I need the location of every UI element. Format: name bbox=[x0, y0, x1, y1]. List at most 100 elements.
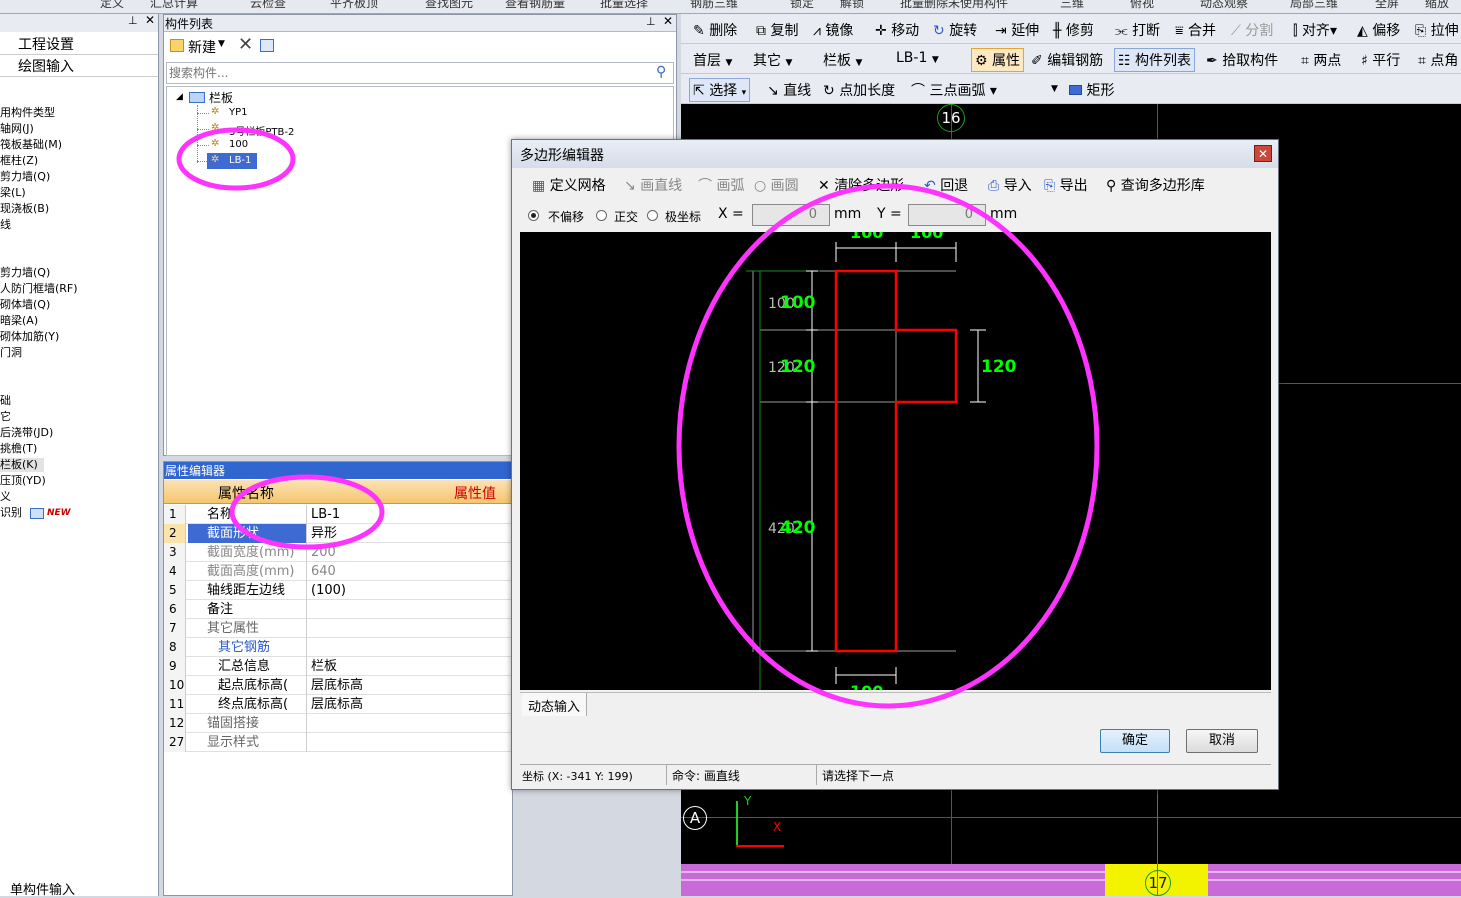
parallel-button[interactable]: ♯ 平行 bbox=[1361, 50, 1400, 70]
category-select[interactable]: 其它 ▼ bbox=[753, 50, 792, 70]
delete-button[interactable]: ✎ 删除 bbox=[693, 20, 737, 40]
search-input[interactable] bbox=[167, 63, 637, 83]
nav-item[interactable]: 压顶(YD) bbox=[0, 474, 46, 488]
trim-button[interactable]: ╫ 修剪 bbox=[1053, 20, 1094, 40]
nav-item[interactable]: 轴网(J) bbox=[0, 122, 34, 136]
property-value[interactable]: 栏板 bbox=[309, 657, 514, 676]
import-button[interactable]: ⎙ 导入 bbox=[988, 175, 1032, 195]
cancel-button[interactable]: 取消 bbox=[1186, 729, 1258, 753]
property-row[interactable]: 9 汇总信息 栏板 bbox=[164, 657, 514, 676]
search-icon[interactable]: ⚲ bbox=[656, 64, 666, 80]
nav-item[interactable]: 义 bbox=[0, 490, 11, 504]
tree-item-selected[interactable]: LB-1 bbox=[229, 155, 251, 166]
menu-unlock[interactable]: 解锁 bbox=[840, 0, 864, 11]
break-button[interactable]: ⫘ 打断 bbox=[1115, 20, 1160, 40]
property-row[interactable]: 8 其它钢筋 bbox=[164, 638, 514, 657]
menu-rebar-3d[interactable]: 钢筋三维 bbox=[690, 0, 738, 11]
property-row[interactable]: 6 备注 bbox=[164, 600, 514, 619]
point-angle-button[interactable]: ⌗ 点角 bbox=[1418, 50, 1458, 70]
component-select[interactable]: LB-1 ▼ bbox=[896, 50, 939, 66]
draw-arc-button[interactable]: ⌒ 画弧 bbox=[698, 175, 744, 195]
copy-icon[interactable] bbox=[260, 39, 274, 52]
merge-button[interactable]: ⩸ 合并 bbox=[1175, 20, 1216, 40]
nav-item[interactable]: 它 bbox=[0, 410, 11, 424]
property-value[interactable]: LB-1 bbox=[309, 505, 514, 524]
tree-root[interactable]: 栏板 bbox=[209, 89, 233, 106]
menu-lock[interactable]: 锁定 bbox=[790, 0, 814, 11]
collapse-icon[interactable]: ◢ bbox=[176, 92, 183, 102]
polygon-drawing-area[interactable]: 100 100 100 100 120 120 120 420 420 100 bbox=[520, 232, 1271, 690]
property-row[interactable]: 10 起点底标高(层底标高 bbox=[164, 676, 514, 695]
properties-button[interactable]: ⚙ 属性 bbox=[971, 48, 1025, 72]
radio-orthogonal[interactable] bbox=[596, 210, 607, 221]
draw-circle-button[interactable]: ○ 画圆 bbox=[754, 175, 799, 195]
mode-drawing-input[interactable]: 绘图输入 bbox=[18, 56, 74, 76]
nav-item[interactable]: 砌体加筋(Y) bbox=[0, 330, 59, 344]
nav-item[interactable]: 暗梁(A) bbox=[0, 314, 38, 328]
property-value[interactable]: 200 bbox=[309, 543, 514, 562]
property-row[interactable]: 3 截面宽度(mm) 200 bbox=[164, 543, 514, 562]
property-row[interactable]: 2 截面形状 异形 bbox=[164, 524, 514, 543]
copy-button[interactable]: ⧉ 复制 bbox=[756, 20, 798, 40]
floor-select[interactable]: 首层 ▼ bbox=[693, 50, 732, 70]
nav-item[interactable]: 线 bbox=[0, 218, 11, 232]
rotate-button[interactable]: ↻ 旋转 bbox=[933, 20, 977, 40]
property-row[interactable]: ⊞27显示样式 bbox=[164, 733, 514, 752]
delete-icon[interactable]: ✕ bbox=[238, 34, 253, 55]
property-value[interactable] bbox=[309, 733, 514, 752]
menu-calc[interactable]: 汇总计算 bbox=[150, 0, 198, 11]
menu-define[interactable]: 定义 bbox=[100, 0, 124, 11]
pick-component-button[interactable]: ✒ 拾取构件 bbox=[1206, 50, 1278, 70]
dynamic-input-tab[interactable]: 动态输入 bbox=[522, 693, 588, 716]
property-value[interactable] bbox=[309, 714, 514, 733]
property-value[interactable] bbox=[309, 619, 514, 638]
property-row[interactable]: ⊟7其它属性 bbox=[164, 619, 514, 638]
nav-item[interactable]: 剪力墙(Q) bbox=[0, 170, 50, 184]
property-value[interactable]: (100) bbox=[309, 581, 514, 600]
query-polygon-lib-button[interactable]: ⚲ 查询多边形库 bbox=[1106, 175, 1205, 195]
offset-button[interactable]: ◭ 偏移 bbox=[1357, 20, 1400, 40]
search-box[interactable]: ⚲ bbox=[166, 62, 674, 84]
menu-orbit[interactable]: 动态观察 bbox=[1200, 0, 1248, 11]
menu-local-3d[interactable]: 局部三维 bbox=[1290, 0, 1338, 11]
menu-batch-select[interactable]: 批量选择 bbox=[600, 0, 648, 11]
split-button[interactable]: ⟋ 分割 bbox=[1231, 20, 1273, 40]
property-row[interactable]: ⊞12锚固搭接 bbox=[164, 714, 514, 733]
nav-item[interactable]: 人防门框墙(RF) bbox=[0, 282, 78, 296]
tree-item[interactable]: 100 bbox=[229, 139, 248, 150]
close-icon[interactable]: ✕ bbox=[663, 14, 673, 28]
two-points-button[interactable]: ⌗ 两点 bbox=[1301, 50, 1341, 70]
nav-item[interactable]: 挑檐(T) bbox=[0, 442, 37, 456]
export-button[interactable]: ⎘ 导出 bbox=[1044, 175, 1088, 195]
line-button[interactable]: ↘ 直线 bbox=[767, 80, 811, 100]
undo-button[interactable]: ↶ 回退 bbox=[924, 175, 968, 195]
point-length-button[interactable]: ↻ 点加长度 bbox=[823, 80, 895, 100]
nav-item[interactable]: 梁(L) bbox=[0, 186, 26, 200]
mirror-button[interactable]: ⩘ 镜像 bbox=[813, 20, 853, 40]
tree-item[interactable]: 3号栏板PTB-2 bbox=[229, 123, 294, 138]
menu-cloud-check[interactable]: 云检查 bbox=[250, 0, 286, 11]
menu-rebar-qty[interactable]: 查看钢筋量 bbox=[505, 0, 565, 11]
arc-dropdown-icon[interactable]: ▼ bbox=[1051, 84, 1058, 94]
nav-item[interactable]: 筏板基础(M) bbox=[0, 138, 62, 152]
property-row[interactable]: 5 轴线距左边线 (100) bbox=[164, 581, 514, 600]
menu-fullscreen[interactable]: 全屏 bbox=[1375, 0, 1399, 11]
draw-line-button[interactable]: ↘ 画直线 bbox=[624, 175, 682, 195]
menu-batch-delete[interactable]: 批量删除未使用构件 bbox=[900, 0, 1008, 11]
mode-project-settings[interactable]: 工程设置 bbox=[18, 34, 74, 54]
x-input[interactable]: 0 bbox=[752, 204, 830, 226]
close-icon[interactable]: ✕ bbox=[145, 13, 155, 27]
nav-item[interactable]: 现浇板(B) bbox=[0, 202, 49, 216]
menu-align-slab[interactable]: 平齐板顶 bbox=[330, 0, 378, 11]
move-button[interactable]: ✛ 移动 bbox=[875, 20, 919, 40]
new-button[interactable]: 新建 bbox=[188, 37, 216, 57]
pin-icon[interactable]: ⊥ bbox=[646, 15, 656, 28]
dialog-close-button[interactable]: ✕ bbox=[1254, 145, 1272, 162]
property-value[interactable]: 层底标高 bbox=[309, 695, 514, 714]
menu-topview[interactable]: 俯视 bbox=[1130, 0, 1154, 11]
property-value[interactable]: 层底标高 bbox=[309, 676, 514, 695]
type-select[interactable]: 栏板 ▼ bbox=[823, 50, 862, 70]
three-point-arc-button[interactable]: ⌒ 三点画弧 ▾ bbox=[911, 80, 997, 100]
new-icon[interactable] bbox=[170, 39, 184, 52]
pin-icon[interactable]: ⊥ bbox=[128, 14, 138, 27]
